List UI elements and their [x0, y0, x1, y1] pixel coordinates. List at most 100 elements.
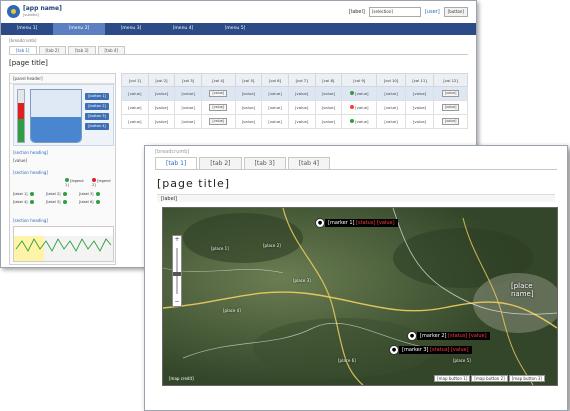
tank-action-button[interactable]: [button 3] — [85, 113, 109, 120]
table-header-cell: [col 3] — [174, 73, 202, 87]
map-type-button[interactable]: [map button 3] — [508, 375, 545, 382]
table-body: [value] [value] [value] [value] [value] [valu… — [121, 86, 468, 129]
site-table: [col 1] [col 2] [col 3] [col 4] [col 5] [col … — [121, 73, 468, 129]
tank-action-button[interactable]: [button 1] — [85, 93, 109, 100]
table-header-row: [col 1] [col 2] [col 3] [col 4] [col 5] [col … — [121, 73, 468, 87]
status-led-icon — [349, 91, 354, 95]
city-label: [place name] — [511, 282, 534, 298]
logo-icon — [7, 5, 20, 18]
row-action-button[interactable]: [value] — [209, 104, 228, 111]
app-subtitle: [subtitle] — [23, 13, 39, 17]
zoom-slider-handle[interactable] — [173, 272, 181, 276]
tank-diagram: [button 1] [button 2] [button 3] [button… — [13, 84, 114, 146]
row-action-button[interactable]: [value] — [209, 90, 228, 97]
app-title: [app name] — [23, 5, 62, 12]
marker-name: [marker 2] — [420, 333, 447, 339]
table-cell: [value] — [234, 100, 263, 115]
table-cell: [value] — [287, 100, 316, 115]
zoom-track[interactable] — [176, 248, 178, 294]
map-type-button[interactable]: [map button 2] — [471, 375, 508, 382]
status-led-icon — [29, 192, 34, 196]
nav-item[interactable]: [menu 2] — [53, 23, 105, 35]
site-marker[interactable]: ● [marker 2] [status] [value] — [407, 331, 490, 341]
map-terrain — [163, 208, 557, 385]
table-header-cell: [col 8] — [314, 73, 343, 87]
table-cell: [value] — [147, 100, 176, 115]
row-action-button[interactable]: [value] — [209, 118, 228, 125]
marker-pin-icon[interactable]: ● — [315, 218, 325, 228]
site-marker[interactable]: ● [marker 1] [status] [value] — [315, 218, 398, 228]
marker-name: [marker 1] — [328, 220, 355, 226]
marker-count: [value] — [450, 347, 469, 353]
status-item: [label 5] — [46, 200, 79, 204]
page-title: [page title] — [9, 59, 48, 67]
nav-item[interactable]: [menu 4] — [157, 23, 209, 35]
site-marker[interactable]: ● [marker 3] [status] [value] — [389, 345, 472, 355]
status-grid: [label 1] [label 2] [label 3] [label 4] [lab… — [13, 192, 112, 204]
trend-chart-canvas — [14, 236, 113, 261]
table-cell: [value] — [121, 114, 149, 129]
marker-pin-icon[interactable]: ● — [389, 345, 399, 355]
nav-item[interactable]: [menu 5] — [209, 23, 261, 35]
marker-count: [value] — [468, 333, 487, 339]
table-cell-text: [value] — [355, 91, 369, 96]
table-cell: [value] — [234, 114, 263, 129]
table-cell: [value] — [147, 86, 176, 101]
table-cell: [value] — [341, 114, 378, 129]
user-info[interactable]: [user] — [425, 9, 440, 15]
legend-off: [legend 2] — [92, 178, 115, 187]
marker-label[interactable]: [marker 3] [status] [value] — [399, 346, 472, 354]
table-header-cell: [col 12] — [433, 73, 468, 87]
zoom-in-button[interactable]: + — [173, 236, 181, 244]
map-place-label: [place 1] — [211, 246, 229, 251]
table-cell: [value] — [433, 86, 468, 101]
status-item-label: [label 4] — [13, 200, 28, 204]
zoom-out-button[interactable]: − — [173, 298, 181, 306]
marker-pin-icon[interactable]: ● — [407, 331, 417, 341]
row-action-button[interactable]: [value] — [441, 90, 460, 97]
nav-item[interactable]: [menu 1] — [1, 23, 53, 35]
row-action-button[interactable]: [value] — [441, 104, 460, 111]
table-cell: [value] — [376, 100, 406, 115]
zoom-control[interactable]: + − — [172, 235, 182, 307]
status-item: [label 1] — [13, 192, 46, 196]
table-cell: [value] — [404, 100, 435, 115]
table-row[interactable]: [value] [value] [value] [value] [value] [valu… — [121, 100, 468, 115]
tank-action-button[interactable]: [button 2] — [85, 103, 109, 110]
map-scale: [map credit] — [169, 376, 194, 381]
status-item-label: [label 1] — [13, 192, 28, 196]
status-item: [label 3] — [79, 192, 112, 196]
status-led-icon — [349, 105, 354, 109]
nav-item[interactable]: [menu 3] — [105, 23, 157, 35]
table-cell: [value] — [147, 114, 176, 129]
table-row[interactable]: [value] [value] [value] [value] [value] [valu… — [121, 86, 468, 101]
legend-on: [legend 1] — [65, 178, 88, 187]
table-cell: [value] — [433, 114, 468, 129]
page-title: [page title] — [157, 177, 231, 190]
table-cell: [value] — [404, 86, 435, 101]
section-heading: [section heading] — [13, 218, 48, 223]
marker-status: [status] — [448, 333, 468, 339]
marker-status: [status] — [430, 347, 450, 353]
map-type-control[interactable]: [map button 1] [map button 2] [map butto… — [434, 375, 545, 382]
status-item-label: [label 5] — [46, 200, 61, 204]
trend-chart — [13, 226, 114, 262]
chart-background — [44, 236, 113, 261]
marker-label[interactable]: [marker 2] [status] [value] — [417, 332, 490, 340]
map-type-button[interactable]: [map button 1] — [434, 375, 471, 382]
status-item-label: [label 3] — [79, 192, 94, 196]
top-bar: [app name] [subtitle] [label] [selection… — [1, 1, 476, 24]
logout-button[interactable]: [button] — [443, 7, 468, 17]
satellite-map[interactable]: + − ● [marker 1] [status] [value] ● [mar… — [162, 207, 558, 386]
main-nav: [menu 1] [menu 2] [menu 3] [menu 4] [men… — [1, 23, 476, 35]
marker-label[interactable]: [marker 1] [status] [value] — [325, 219, 398, 227]
region-select[interactable]: [selection] — [368, 7, 421, 17]
row-action-button[interactable]: [value] — [441, 118, 460, 125]
table-header-cell: [col 7] — [287, 73, 316, 87]
breadcrumb: [breadcrumb] — [155, 149, 190, 155]
status-item: [label 2] — [46, 192, 79, 196]
table-header-cell: [col 2] — [147, 73, 176, 87]
table-row[interactable]: [value] [value] [value] [value] [value] [valu… — [121, 114, 468, 129]
table-cell: [value] — [174, 86, 202, 101]
tank-action-button[interactable]: [button 4] — [85, 123, 109, 130]
